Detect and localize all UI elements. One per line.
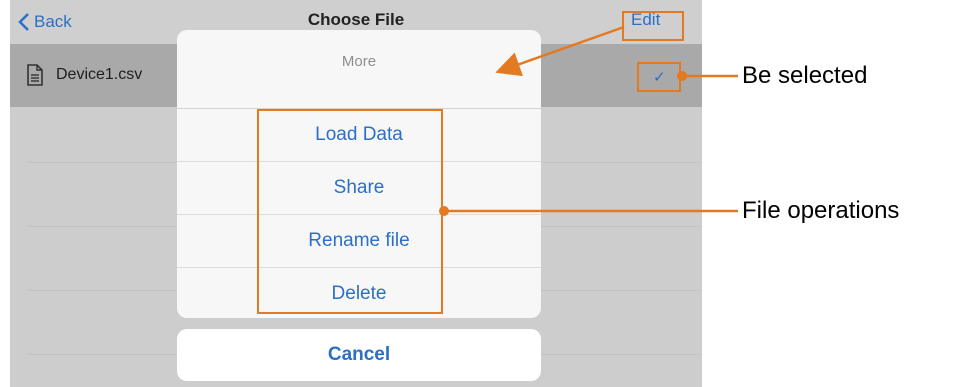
file-operations-label: File operations — [742, 197, 900, 224]
operations-leader-dot — [439, 206, 449, 216]
selected-leader-dot — [677, 71, 687, 81]
annotation-lines — [439, 25, 738, 216]
be-selected-label: Be selected — [742, 62, 868, 89]
edit-pointer-arrow — [495, 25, 625, 77]
